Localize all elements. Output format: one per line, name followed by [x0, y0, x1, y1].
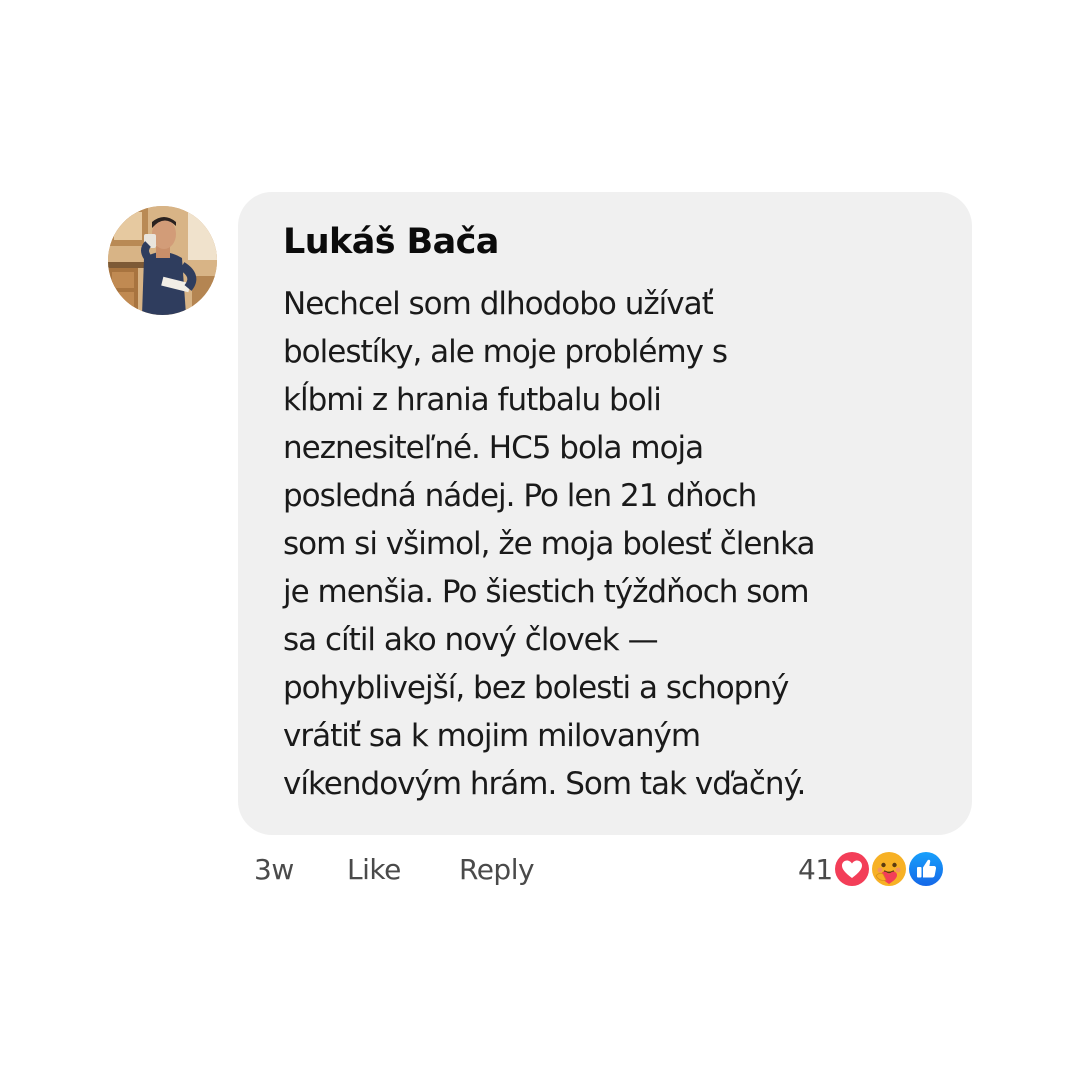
reaction-count: 41 [798, 852, 833, 886]
care-icon [868, 849, 909, 889]
like-icon [905, 849, 946, 889]
love-icon [831, 849, 872, 889]
avatar[interactable] [108, 206, 217, 315]
like-button[interactable]: Like [347, 850, 401, 890]
reply-button[interactable]: Reply [459, 850, 535, 890]
comment-timestamp[interactable]: 3w [254, 850, 294, 890]
avatar-photo [108, 206, 217, 315]
comment-bubble: Lukáš Bača Nechcel som dlhodobo užívať b… [238, 192, 972, 835]
reactions-summary[interactable]: 41 [798, 848, 946, 890]
comment-text: Nechcel som dlhodobo užívať bolestíky, a… [283, 286, 815, 802]
comment-author[interactable]: Lukáš Bača [283, 222, 499, 262]
